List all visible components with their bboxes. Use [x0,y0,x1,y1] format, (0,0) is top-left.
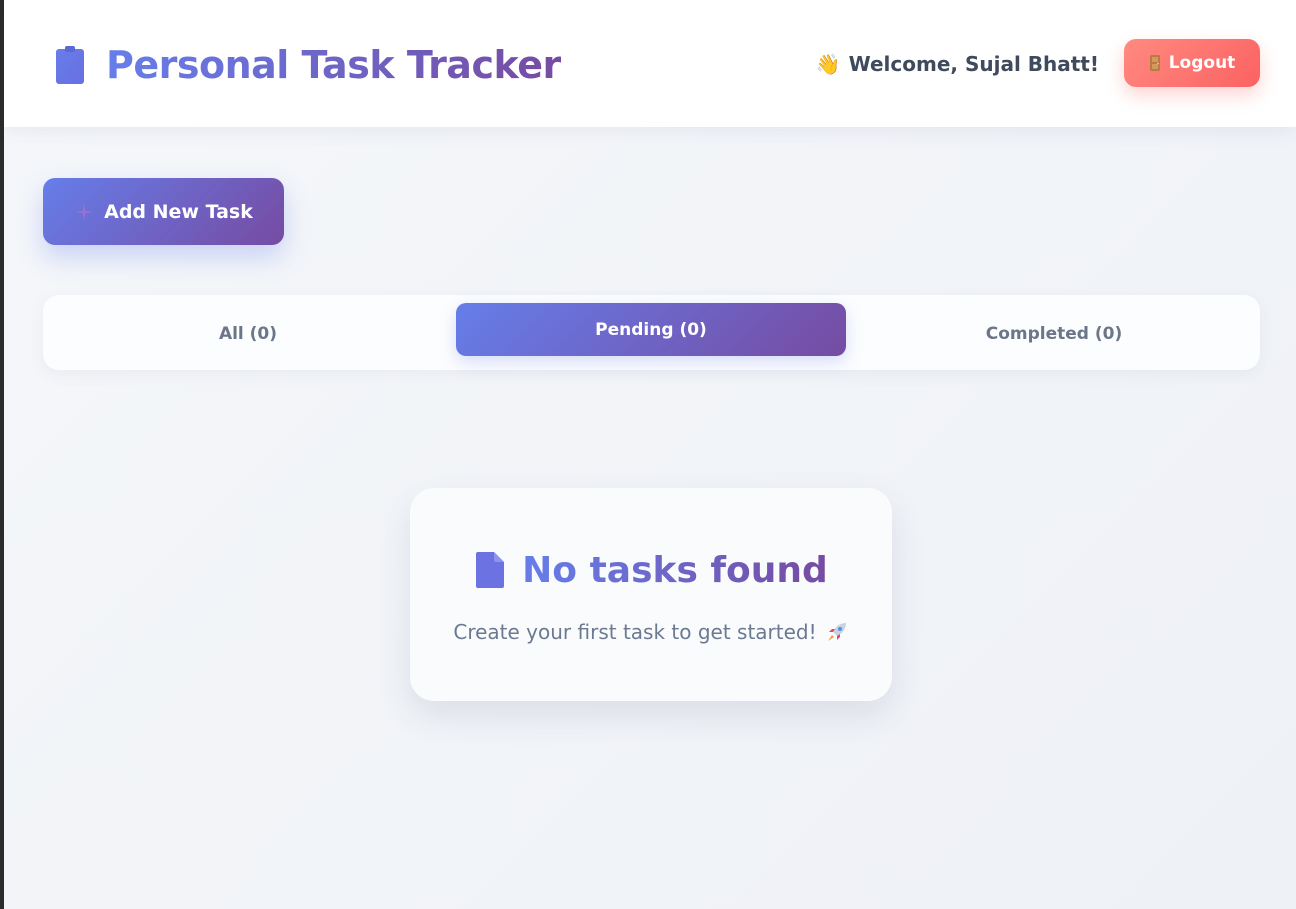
add-new-task-button[interactable]: Add New Task [43,178,284,245]
empty-state-subtitle: Create your first task to get started! [410,620,892,644]
welcome-message: 👋 Welcome, Sujal Bhatt! [816,50,1099,78]
task-filter-tabs: All (0) Pending (0) Completed (0) [43,295,1260,370]
add-new-task-label: Add New Task [104,200,253,223]
document-icon [474,551,506,589]
tab-all[interactable]: All (0) [55,307,441,360]
tab-completed[interactable]: Completed (0) [861,307,1247,360]
waving-hand-icon: 👋 [815,52,841,76]
door-icon [1149,54,1161,72]
plus-icon [74,202,94,222]
window-edge [0,0,4,909]
brand: Personal Task Tracker [54,42,561,88]
empty-state-title: No tasks found [522,549,828,591]
tab-completed-label: Completed (0) [985,323,1123,344]
empty-state-heading: No tasks found [410,546,892,594]
logout-button[interactable]: Logout [1124,39,1260,87]
empty-state-subtitle-text: Create your first task to get started! [453,620,817,644]
tab-pending-label: Pending (0) [595,319,707,340]
app-header: Personal Task Tracker 👋 Welcome, Sujal B… [4,0,1296,127]
empty-state-card: No tasks found Create your first task to… [410,488,892,701]
welcome-text: Welcome, Sujal Bhatt! [848,52,1099,76]
rocket-icon [825,620,849,644]
clipboard-icon [54,45,86,85]
logout-label: Logout [1168,53,1236,73]
app-title: Personal Task Tracker [106,43,561,87]
tab-all-label: All (0) [218,323,278,344]
tab-pending[interactable]: Pending (0) [456,303,846,356]
